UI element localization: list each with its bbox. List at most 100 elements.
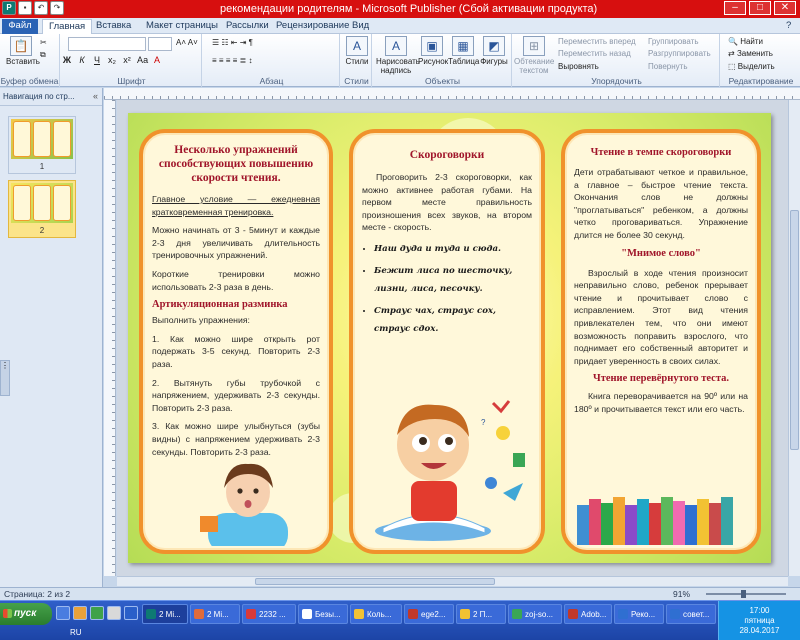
quicklaunch-icon-5[interactable] xyxy=(124,606,138,620)
paste-button[interactable]: 📋 Вставить xyxy=(6,36,40,66)
zoom-level: 91% xyxy=(672,589,690,599)
tab-view[interactable]: Вид xyxy=(346,19,375,34)
page-thumbnail-2[interactable]: 2 xyxy=(8,180,76,238)
close-button[interactable]: ✕ xyxy=(774,1,796,15)
panel-left[interactable]: Несколько упражнений способствующих повы… xyxy=(139,129,333,554)
copy-icon[interactable]: ⧉ xyxy=(40,50,46,60)
minimize-button[interactable]: – xyxy=(724,1,746,15)
col1-ex3: 3. Как можно шире улыбнуться (зубы видны… xyxy=(152,421,320,457)
quicklaunch-icon-3[interactable] xyxy=(90,606,104,620)
taskbar-item-11[interactable]: совет... xyxy=(666,604,716,624)
editing-group: 🔍 Найти ⇄ Заменить ⬚ Выделить Редактиров… xyxy=(728,37,794,86)
cut-icon[interactable]: ✂ xyxy=(40,38,47,47)
table-button[interactable]: ▦ Таблица xyxy=(448,36,479,66)
styles-group: A Стили Стили xyxy=(342,34,372,87)
taskbar-item-4[interactable]: Безы... xyxy=(298,604,348,624)
help-button[interactable]: ? xyxy=(784,19,793,34)
nav-pane-title: Навигация по стр... xyxy=(0,88,102,106)
redo-icon[interactable]: ↷ xyxy=(50,1,64,15)
zoom-slider-knob[interactable] xyxy=(741,590,746,598)
taskbar-item-10[interactable]: Реко... xyxy=(614,604,664,624)
col3-subtitle-1: "Мнимое слово" xyxy=(621,247,701,259)
tab-mailings[interactable]: Рассылки xyxy=(220,19,275,34)
col1-p1: Главное условие — ежедневная кратковреме… xyxy=(152,194,320,217)
align-icons[interactable]: ≡ ≡ ≡ ≡ ≣ ↕ xyxy=(212,56,253,65)
vertical-scrollbar[interactable] xyxy=(788,100,800,576)
draw-text-box-button[interactable]: A Нарисовать надпись xyxy=(376,36,420,75)
system-tray-clock[interactable]: 17:00 пятница 28.04.2017 xyxy=(718,601,800,640)
taskbar-item-3[interactable]: 2232 ... xyxy=(242,604,296,624)
italic-button[interactable]: К xyxy=(77,55,87,65)
col1-p3: Короткие тренировки можно использовать 2… xyxy=(152,268,320,292)
picture-button[interactable]: ▣ Рисунок xyxy=(418,36,448,66)
horizontal-scrollbar[interactable] xyxy=(117,576,788,586)
find-button[interactable]: 🔍 Найти xyxy=(728,37,763,46)
subscript-button[interactable]: x₂ xyxy=(107,55,117,65)
ungroup-button[interactable]: Разгруппировать xyxy=(648,49,711,58)
quicklaunch-icon-4[interactable] xyxy=(107,606,121,620)
quicklaunch-icon-1[interactable] xyxy=(56,606,70,620)
taskbar-item-2[interactable]: 2 Mi... xyxy=(190,604,240,624)
shapes-button[interactable]: ◩ Фигуры xyxy=(480,36,508,66)
start-button[interactable]: пуск xyxy=(0,603,52,625)
styles-button[interactable]: A Стили xyxy=(345,36,369,66)
taskbar-item-6[interactable]: ege2... xyxy=(404,604,454,624)
char-spacing-button[interactable]: Аа xyxy=(137,55,148,65)
wrap-text-button[interactable]: ⊞ Обтекание текстом xyxy=(514,36,554,75)
send-backward-button[interactable]: Переместить назад xyxy=(558,49,631,58)
taskbar-item-1[interactable]: 2 Mi... xyxy=(142,604,188,624)
align-button[interactable]: Выровнять xyxy=(558,62,599,71)
bold-button[interactable]: Ж xyxy=(62,55,72,65)
page-thumbnail-1[interactable]: 1 xyxy=(8,116,76,174)
grow-font-icon[interactable]: A˄ A˅ xyxy=(176,38,198,47)
underline-button[interactable]: Ч xyxy=(92,55,102,65)
windows-taskbar: пуск 2 Mi... 2 Mi... 2232 ... Безы... Ко… xyxy=(0,600,800,640)
taskbar-item-8[interactable]: zoj-so... xyxy=(508,604,562,624)
horizontal-ruler[interactable] xyxy=(104,88,800,100)
publisher-app-icon[interactable]: P xyxy=(2,1,16,15)
status-bar: Страница: 2 из 2 91% xyxy=(0,587,800,600)
col2-title: Скороговорки xyxy=(409,149,485,161)
font-name-input[interactable] xyxy=(68,37,146,51)
bring-forward-button[interactable]: Переместить вперед xyxy=(558,37,636,46)
language-indicator[interactable]: RU xyxy=(70,628,82,637)
panel-middle[interactable]: Скороговорки Проговорить 2-3 скороговорк… xyxy=(349,129,545,554)
horizontal-scroll-thumb[interactable] xyxy=(255,578,495,585)
save-icon[interactable]: ▪ xyxy=(18,1,32,15)
panel-right[interactable]: Чтение в темпе скороговорки Дети отрабат… xyxy=(561,129,761,554)
col1-ex2: 2. Вытянуть губы трубочкой с напряжением… xyxy=(152,377,320,413)
replace-button[interactable]: ⇄ Заменить xyxy=(728,49,773,58)
taskbar-item-5[interactable]: Коль... xyxy=(350,604,402,624)
col1-p2: Можно начинать от 3 - 5минут и каждые 2-… xyxy=(152,225,320,261)
select-button[interactable]: ⬚ Выделить xyxy=(728,62,775,71)
tab-file[interactable]: Файл xyxy=(2,19,38,34)
vertical-ruler[interactable] xyxy=(104,100,116,576)
bullets-icon[interactable]: ☰ ☷ ⇤ ⇥ ¶ xyxy=(212,38,253,47)
ribbon-tabs: Файл Главная Вставка Макет страницы Расс… xyxy=(0,18,800,34)
publication-page[interactable]: Несколько упражнений способствующих повы… xyxy=(128,113,771,563)
font-color-button[interactable]: A xyxy=(152,55,162,65)
page-navigation-pane: Навигация по стр... « 1 2 ⋮ xyxy=(0,88,103,588)
group-button[interactable]: Группировать xyxy=(648,37,699,46)
tongue-twister-1: Наш дуда и туда и сюда. xyxy=(374,240,532,258)
taskbar-item-9[interactable]: Adob... xyxy=(564,604,612,624)
styles-icon: A xyxy=(346,36,368,56)
col1-subtitle: Артикуляционная разминка xyxy=(152,299,288,311)
svg-text:?: ? xyxy=(481,418,486,427)
pane-expand-handle[interactable]: ⋮ xyxy=(0,360,10,396)
vertical-scroll-thumb[interactable] xyxy=(790,210,799,450)
zoom-slider[interactable] xyxy=(706,593,786,595)
quicklaunch-icon-2[interactable] xyxy=(73,606,87,620)
undo-icon[interactable]: ↶ xyxy=(34,1,48,15)
tab-home[interactable]: Главная xyxy=(42,19,93,34)
taskbar-item-7[interactable]: 2 П... xyxy=(456,604,506,624)
tab-insert[interactable]: Вставка xyxy=(90,19,137,34)
font-size-input[interactable] xyxy=(148,37,172,51)
maximize-button[interactable]: □ xyxy=(749,1,771,15)
window-title: рекомендации родителям - Microsoft Publi… xyxy=(220,3,598,15)
tab-review[interactable]: Рецензирование xyxy=(270,19,355,34)
collapse-pane-icon[interactable]: « xyxy=(93,91,98,101)
tab-page-layout[interactable]: Макет страницы xyxy=(140,19,224,34)
superscript-button[interactable]: x² xyxy=(122,55,132,65)
rotate-button[interactable]: Повернуть xyxy=(648,62,688,71)
